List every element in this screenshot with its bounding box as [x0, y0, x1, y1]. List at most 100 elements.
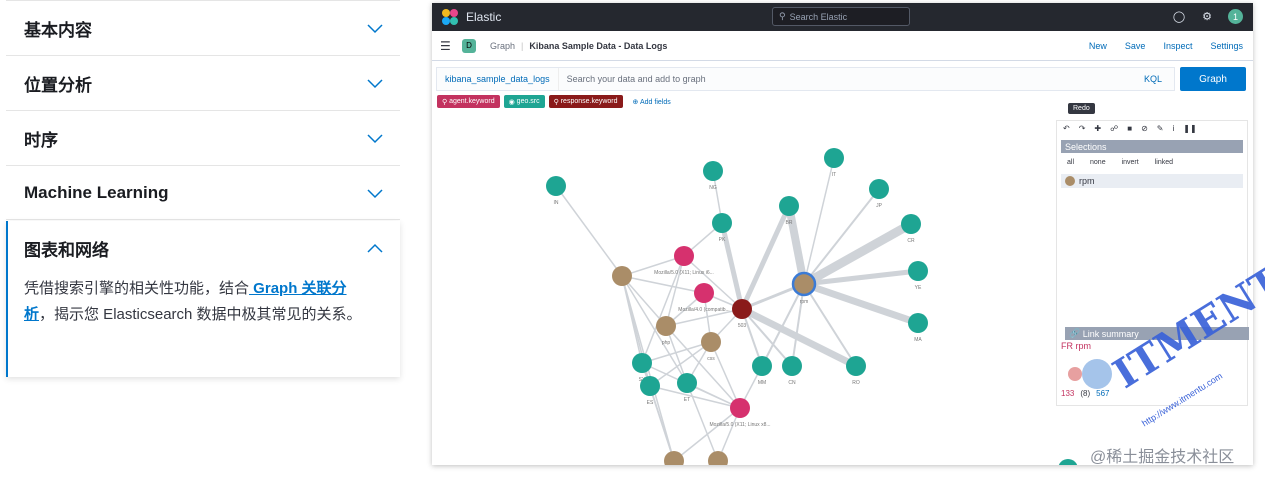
- space-badge[interactable]: D: [462, 38, 476, 53]
- graph-node-geo[interactable]: IT: [824, 148, 844, 178]
- link-summary-counts: 133 (8) 567: [1061, 389, 1110, 398]
- inspect-button[interactable]: Inspect: [1163, 41, 1192, 51]
- graph-node-agent[interactable]: Mozilla/4.0 (compatib...: [678, 283, 730, 313]
- graph-node-geo[interactable]: JP: [869, 179, 889, 209]
- graph-node-ip[interactable]: php: [656, 316, 676, 346]
- svg-text:IT: IT: [832, 172, 836, 178]
- field-pill-geo[interactable]: ◉ geo.src: [503, 95, 545, 108]
- redo-icon[interactable]: ↷: [1079, 124, 1086, 133]
- graph-node-geo[interactable]: IN: [546, 176, 566, 206]
- svg-text:CN: CN: [788, 380, 796, 386]
- left-count: 133: [1061, 389, 1075, 398]
- graph-node-geo[interactable]: NG: [703, 161, 723, 191]
- accordion-item-title: 位置分析: [24, 75, 92, 95]
- info-icon[interactable]: i: [1172, 124, 1174, 133]
- svg-text:css: css: [707, 356, 715, 362]
- select-linked-button[interactable]: linked: [1155, 159, 1173, 166]
- svg-text:JP: JP: [876, 203, 883, 209]
- news-bell-icon[interactable]: ⚙: [1200, 10, 1214, 24]
- accordion-item-description: 凭借搜索引擎的相关性功能，结合 Graph 关联分析，揭示您 Elasticse…: [8, 276, 400, 328]
- select-invert-button[interactable]: invert: [1122, 159, 1139, 166]
- right-count: 567: [1096, 389, 1110, 398]
- description-text: 凭借搜索引擎的相关性功能，结合: [24, 280, 250, 297]
- breadcrumb-graph[interactable]: Graph: [490, 41, 515, 51]
- accordion-item-timeseries[interactable]: 时序: [6, 110, 400, 165]
- page: 基本内容 位置分析 时序 Machine Learning 图表和网络 凭借搜索…: [0, 0, 1265, 480]
- undo-icon[interactable]: ↶: [1063, 124, 1070, 133]
- select-all-button[interactable]: all: [1067, 159, 1074, 166]
- graph-node-geo[interactable]: ET: [677, 373, 697, 403]
- query-bar: kibana_sample_data_logs Search your data…: [436, 67, 1246, 91]
- graph-node-geo[interactable]: PK: [712, 213, 732, 243]
- new-button[interactable]: New: [1089, 41, 1107, 51]
- svg-text:Mozilla/5.0 (X11; Linux i6...: Mozilla/5.0 (X11; Linux i6...: [654, 270, 714, 276]
- graph-node-geo[interactable]: MM: [752, 356, 772, 386]
- select-none-button[interactable]: none: [1090, 159, 1106, 166]
- query-language-button[interactable]: KQL: [1132, 74, 1174, 84]
- graph-node-ip[interactable]: [612, 266, 632, 286]
- style-icon[interactable]: ✎: [1157, 124, 1164, 133]
- selection-item[interactable]: rpm: [1061, 174, 1243, 188]
- help-icon[interactable]: ◯: [1172, 10, 1186, 24]
- link-pair-label: FR rpm: [1061, 341, 1091, 351]
- feature-accordion: 基本内容 位置分析 时序 Machine Learning: [6, 0, 400, 220]
- svg-text:IN: IN: [554, 200, 559, 206]
- graph-node-response[interactable]: 503: [732, 299, 752, 329]
- graph-node-ip[interactable]: [708, 451, 728, 465]
- juejin-watermark: @稀土掘金技术社区: [1090, 449, 1235, 466]
- graph-node-ip[interactable]: [664, 451, 684, 465]
- kibana-header: Elastic ⚲ Search Elastic ◯ ⚙ 1: [432, 3, 1253, 31]
- accordion-item-basic[interactable]: 基本内容: [6, 0, 400, 55]
- selection-actions: all none invert linked: [1057, 153, 1247, 172]
- graph-node-geo[interactable]: MA: [908, 313, 928, 343]
- pause-icon[interactable]: ❚❚: [1183, 124, 1196, 133]
- accordion-item-header[interactable]: 图表和网络: [8, 221, 400, 276]
- svg-text:BR: BR: [786, 220, 793, 226]
- chevron-down-icon: [367, 24, 383, 34]
- accordion-item-title: Machine Learning: [24, 182, 169, 202]
- selection-item-label: rpm: [1079, 176, 1095, 186]
- settings-button[interactable]: Settings: [1210, 41, 1243, 51]
- graph-node-geo[interactable]: YE: [908, 261, 928, 291]
- accordion-item-title: 基本内容: [24, 20, 92, 40]
- svg-text:ES: ES: [647, 400, 654, 406]
- graph-node-geo[interactable]: CN: [782, 356, 802, 386]
- svg-text:php: php: [662, 340, 671, 346]
- svg-text:MA: MA: [914, 337, 922, 343]
- field-pill-response[interactable]: ⚲ response.keyword: [548, 95, 623, 108]
- svg-text:RO: RO: [852, 380, 860, 386]
- query-input[interactable]: kibana_sample_data_logs Search your data…: [436, 67, 1175, 91]
- graph-node-geo[interactable]: [1058, 459, 1078, 465]
- graph-node-geo[interactable]: CR: [901, 214, 921, 244]
- add-fields-button[interactable]: ⊕ Add fields: [633, 98, 671, 106]
- description-text: ，揭示您 Elasticsearch 数据中极其常见的关系。: [39, 306, 362, 323]
- accordion-item-location[interactable]: 位置分析: [6, 55, 400, 110]
- accordion-item-ml[interactable]: Machine Learning: [6, 165, 400, 220]
- ip-node-icon: [1065, 176, 1075, 186]
- global-search-input[interactable]: ⚲ Search Elastic: [772, 7, 910, 26]
- search-icon: ⚲: [779, 11, 786, 21]
- graph-submit-button[interactable]: Graph: [1180, 67, 1246, 91]
- field-pill-agent[interactable]: ⚲ agent.keyword: [437, 95, 500, 108]
- selections-header: Selections: [1061, 140, 1243, 153]
- chevron-down-icon: [367, 134, 383, 144]
- elastic-logo-icon[interactable]: [442, 9, 458, 25]
- delete-icon[interactable]: ■: [1127, 124, 1132, 133]
- avatar[interactable]: 1: [1228, 9, 1243, 24]
- svg-text:503: 503: [738, 323, 747, 329]
- svg-text:YE: YE: [915, 285, 922, 291]
- expand-icon[interactable]: ✚: [1094, 124, 1101, 133]
- link-icon[interactable]: ☍: [1110, 124, 1118, 133]
- hamburger-menu-icon[interactable]: ☰: [440, 39, 452, 53]
- graph-node-geo[interactable]: RO: [846, 356, 866, 386]
- chevron-down-icon: [367, 188, 383, 198]
- save-button[interactable]: Save: [1125, 41, 1146, 51]
- blocklist-icon[interactable]: ⊘: [1141, 124, 1148, 133]
- index-pattern-selector[interactable]: kibana_sample_data_logs: [437, 68, 559, 90]
- chevron-down-icon: [367, 79, 383, 89]
- graph-toolbar: ↶ ↷ ✚ ☍ ■ ⊘ ✎ i ❚❚: [1057, 121, 1247, 136]
- brand-name: Elastic: [466, 10, 502, 24]
- query-placeholder: Search your data and add to graph: [566, 74, 706, 84]
- chevron-up-icon: [367, 243, 383, 253]
- graph-node-agent[interactable]: Mozilla/5.0 (X11; Linux i6...: [654, 246, 714, 276]
